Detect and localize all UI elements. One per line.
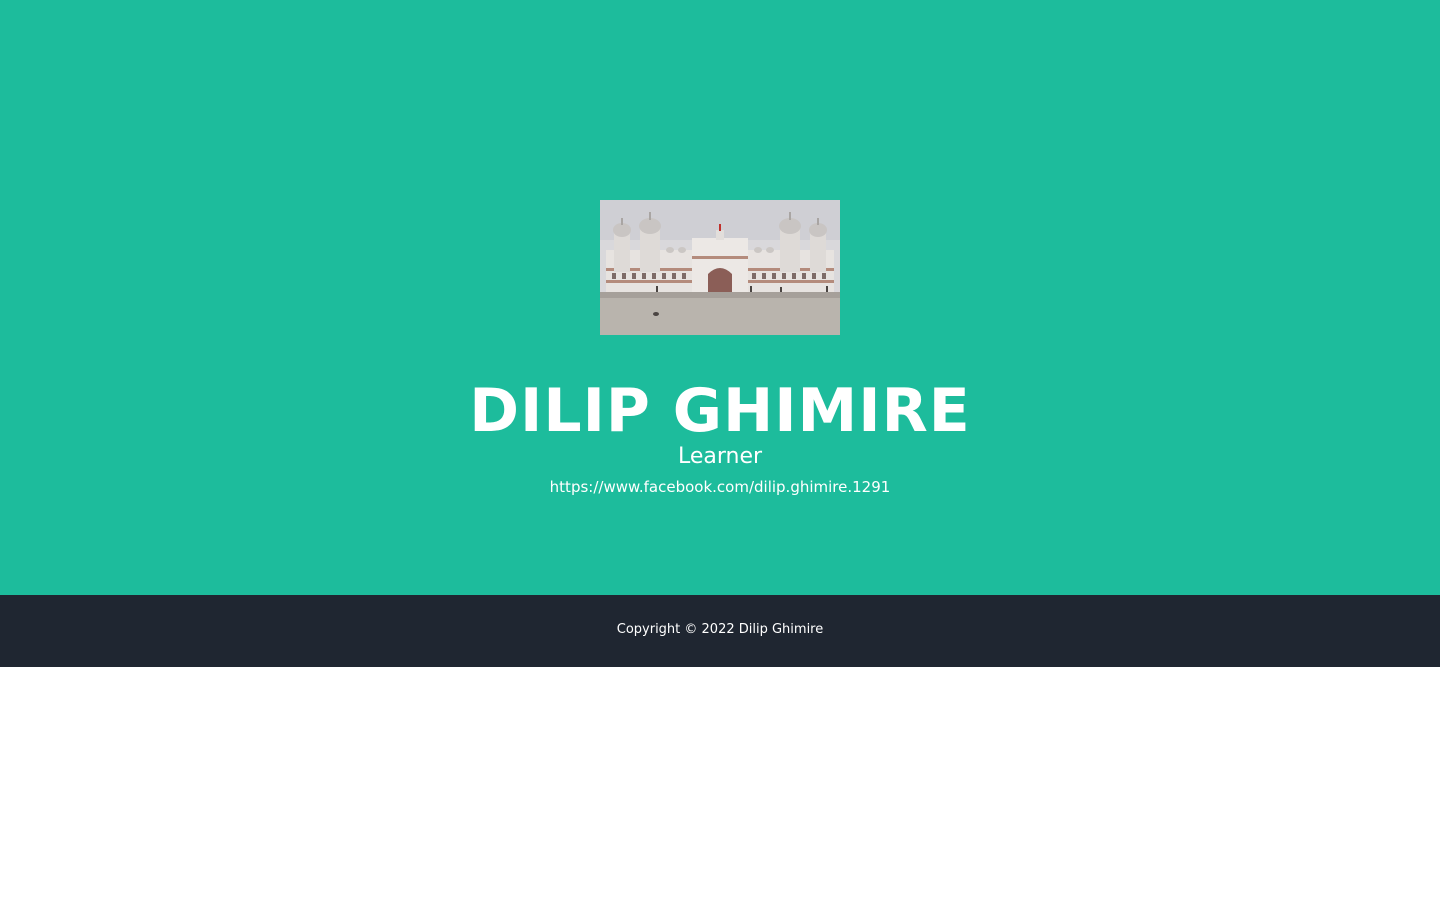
masthead: DILIP GHIMIRE Learner https://www.facebo… xyxy=(0,0,1440,595)
profile-link-container: https://www.facebook.com/dilip.ghimire.1… xyxy=(0,476,1440,498)
profile-name: DILIP GHIMIRE xyxy=(469,376,971,446)
profile-tagline: Learner xyxy=(677,444,763,469)
profile-photo xyxy=(600,200,840,335)
copyright-text: Copyright © 2022 Dilip Ghimire xyxy=(616,622,824,637)
facebook-link[interactable]: https://www.facebook.com/dilip.ghimire.1… xyxy=(550,478,891,496)
footer: Copyright © 2022 Dilip Ghimire xyxy=(0,595,1440,667)
